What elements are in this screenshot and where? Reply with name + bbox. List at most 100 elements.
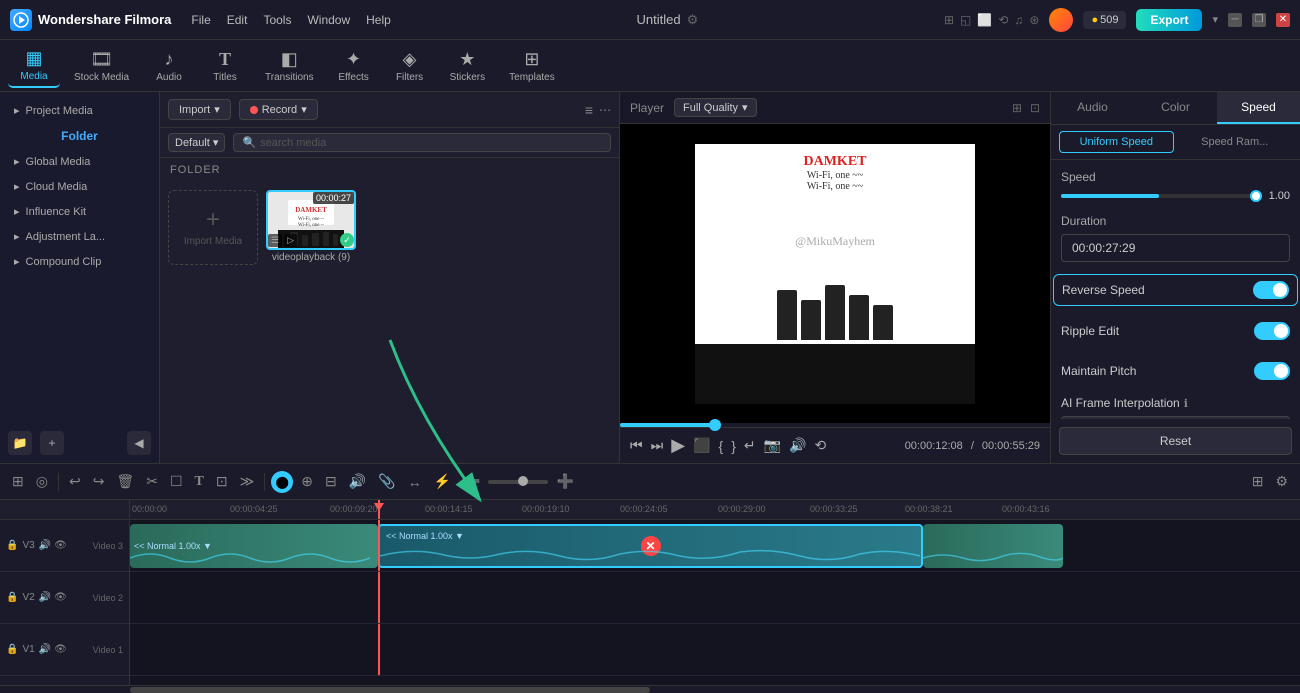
user-avatar[interactable]: [1049, 8, 1073, 32]
fullscreen-icon[interactable]: ⊡: [1030, 101, 1040, 115]
duration-input[interactable]: 00:00:27:29: [1061, 234, 1290, 262]
track-lock-icon-v3[interactable]: 🔒: [6, 540, 18, 551]
progress-container[interactable]: [620, 423, 1050, 427]
sidebar-collapse-btn[interactable]: ◀: [127, 431, 151, 455]
loop-btn[interactable]: ⟲: [814, 437, 826, 454]
tl-undo-btn[interactable]: ↩: [65, 471, 85, 492]
tl-snap-btn[interactable]: ◎: [32, 471, 52, 492]
tool-media[interactable]: ▦ Media: [8, 44, 60, 88]
quality-select[interactable]: Full Quality ▾: [674, 98, 757, 117]
export-button[interactable]: Export: [1136, 9, 1202, 31]
tool-stock-media[interactable]: 🎞 Stock Media: [64, 45, 139, 87]
maintain-pitch-toggle[interactable]: [1254, 362, 1290, 380]
tab-speed[interactable]: Speed: [1217, 92, 1300, 124]
menu-window[interactable]: Window: [307, 13, 350, 27]
nav-icon-4[interactable]: ⟲: [998, 13, 1008, 27]
tl-grid-btn[interactable]: ⊞: [1248, 471, 1268, 492]
tl-cut-btn[interactable]: ✂: [142, 471, 162, 492]
tl-zoom-slider[interactable]: [488, 480, 548, 484]
clip-v3-main[interactable]: << Normal 1.00x ▼ ✕: [378, 524, 923, 568]
close-button[interactable]: ✕: [1276, 13, 1290, 27]
tl-transition-btn[interactable]: ↔: [404, 472, 426, 492]
tool-effects[interactable]: ✦ Effects: [328, 45, 380, 87]
record-button[interactable]: Record ▾: [239, 99, 318, 120]
track-eye-icon-v1[interactable]: 👁: [54, 644, 67, 655]
restore-button[interactable]: ❐: [1252, 13, 1266, 27]
sidebar-item-compound-clip[interactable]: ▸ Compound Clip: [0, 249, 159, 274]
reverse-speed-toggle[interactable]: [1253, 281, 1289, 299]
sidebar-add-folder-btn[interactable]: 📁: [8, 431, 32, 455]
nav-icon-5[interactable]: ♫: [1014, 13, 1023, 27]
tool-titles[interactable]: T Titles: [199, 45, 251, 87]
tl-redo-btn[interactable]: ↪: [89, 471, 109, 492]
more-icon[interactable]: ⋯: [599, 103, 611, 117]
nav-icon-6[interactable]: ⊛: [1029, 13, 1039, 27]
tl-title-btn[interactable]: T: [191, 472, 208, 492]
clip-v3-right[interactable]: [923, 524, 1063, 568]
subtab-speed-ramp[interactable]: Speed Ram...: [1178, 131, 1293, 153]
track-audio-icon-v2[interactable]: 🔊: [39, 592, 51, 603]
speed-slider-handle[interactable]: [1250, 190, 1262, 202]
tab-audio[interactable]: Audio: [1051, 92, 1134, 124]
track-audio-icon-v3[interactable]: 🔊: [39, 540, 51, 551]
play-btn[interactable]: ▶: [671, 435, 685, 456]
tl-delete-btn[interactable]: 🗑: [112, 471, 138, 492]
tool-transitions[interactable]: ◧ Transitions: [255, 45, 324, 87]
grid-view-icon[interactable]: ⊞: [1012, 101, 1022, 115]
tool-filters[interactable]: ◈ Filters: [384, 45, 436, 87]
tl-attach-btn[interactable]: 📎: [374, 471, 399, 492]
sidebar-item-adjustment[interactable]: ▸ Adjustment La...: [0, 224, 159, 249]
menu-edit[interactable]: Edit: [227, 13, 248, 27]
import-placeholder[interactable]: + Import Media: [168, 190, 258, 265]
sidebar-item-cloud-media[interactable]: ▸ Cloud Media: [0, 174, 159, 199]
nav-icon-3[interactable]: ⬜: [977, 13, 992, 27]
skip-back-btn[interactable]: ⏮: [630, 437, 643, 454]
tab-color[interactable]: Color: [1134, 92, 1217, 124]
sidebar-add-btn[interactable]: +: [40, 431, 64, 455]
tl-split-btn[interactable]: ⬤: [271, 471, 293, 493]
track-eye-icon-v2[interactable]: 👁: [54, 592, 67, 603]
frame-back-btn[interactable]: ⏭: [651, 437, 664, 454]
media-thumbnail-item[interactable]: DAMKET Wi-Fi, one -- Wi-Fi, one -- @Miku…: [266, 190, 356, 265]
speed-slider[interactable]: [1061, 194, 1256, 198]
mark-out-btn[interactable]: }: [731, 438, 736, 454]
media-search-box[interactable]: 🔍 search media: [233, 133, 611, 152]
minimize-button[interactable]: ─: [1228, 13, 1242, 27]
tl-effects-btn[interactable]: ⊡: [212, 471, 232, 492]
nav-icon-1[interactable]: ⊞: [944, 13, 954, 27]
tl-zoom-handle[interactable]: [518, 476, 528, 486]
clip-v3-left[interactable]: << Normal 1.00x ▼: [130, 524, 378, 568]
menu-tools[interactable]: Tools: [263, 13, 291, 27]
track-lock-icon-v1[interactable]: 🔒: [6, 644, 18, 655]
tl-type-btn[interactable]: ⊟: [321, 471, 341, 492]
track-eye-icon-v3[interactable]: 👁: [54, 540, 67, 551]
reset-button[interactable]: Reset: [1059, 427, 1292, 455]
export-dropdown[interactable]: ▾: [1212, 13, 1218, 26]
menu-help[interactable]: Help: [366, 13, 391, 27]
screenshot-btn[interactable]: 📷: [764, 437, 781, 454]
tl-more-btn[interactable]: ≫: [236, 471, 259, 492]
mark-in-btn[interactable]: {: [719, 438, 724, 454]
track-audio-icon-v1[interactable]: 🔊: [39, 644, 51, 655]
info-icon[interactable]: ℹ: [1184, 397, 1188, 410]
tl-view-btn[interactable]: ⊞: [8, 471, 28, 492]
ripple-btn[interactable]: ↵: [744, 437, 756, 454]
subtab-uniform-speed[interactable]: Uniform Speed: [1059, 131, 1174, 153]
sidebar-item-project-media[interactable]: ▸ Project Media: [0, 98, 159, 123]
sidebar-item-folder[interactable]: Folder: [0, 123, 159, 149]
nav-icon-2[interactable]: ◱: [960, 13, 971, 27]
scrollbar-thumb[interactable]: [130, 687, 650, 693]
tool-audio[interactable]: ♪ Audio: [143, 45, 195, 87]
progress-handle[interactable]: [709, 419, 721, 431]
sidebar-item-global-media[interactable]: ▸ Global Media: [0, 149, 159, 174]
timeline-scrollbar[interactable]: [0, 685, 1300, 693]
tl-settings-btn[interactable]: ⚙: [1271, 471, 1292, 492]
tl-zoom-btn-1[interactable]: ⊕: [297, 471, 317, 492]
sidebar-item-influence-kit[interactable]: ▸ Influence Kit: [0, 199, 159, 224]
volume-btn[interactable]: 🔊: [789, 437, 806, 454]
stop-btn[interactable]: ⬛: [693, 437, 710, 454]
tl-speed-btn[interactable]: ⚡: [430, 471, 455, 492]
tl-audio-btn[interactable]: 🔊: [345, 471, 370, 492]
tl-minus-btn[interactable]: ➖: [459, 471, 484, 492]
tool-templates[interactable]: ⊞ Templates: [499, 45, 565, 87]
